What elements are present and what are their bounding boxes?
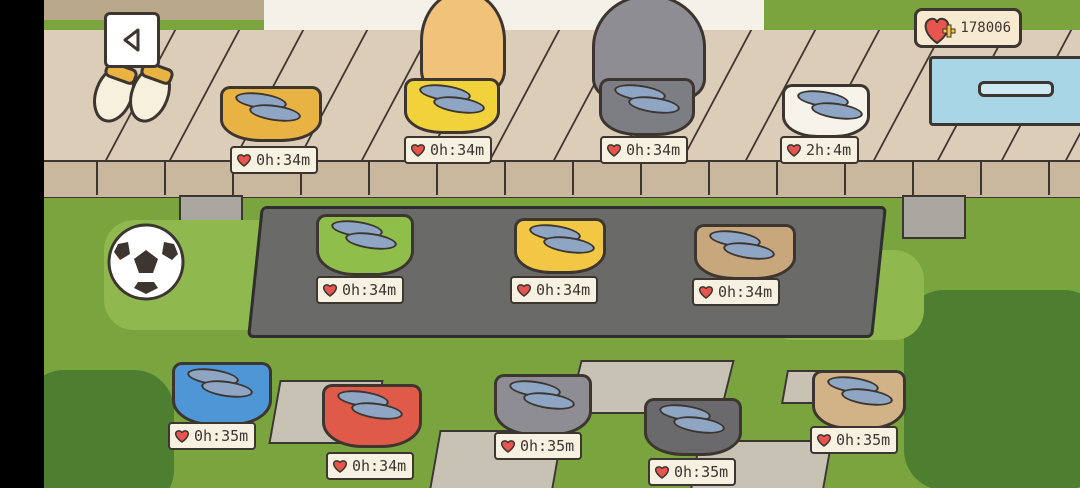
food-timer-text: 0h:34m	[342, 281, 397, 299]
currency-value: 178006	[960, 20, 1011, 36]
soccer-ball[interactable]	[106, 222, 186, 302]
food-timer-label: 0h:35m	[648, 458, 737, 486]
heart-icon	[816, 434, 832, 447]
food-timer-label: 0h:34m	[404, 136, 493, 164]
fish-food	[542, 233, 596, 257]
deck-edge-seam	[164, 160, 166, 195]
fish-food	[672, 413, 726, 437]
deck-edge-seam	[572, 160, 574, 195]
food-timer-text: 0h:35m	[674, 463, 729, 481]
food-timer-text: 0h:34m	[718, 283, 773, 301]
food-timer-text: 2h:4m	[806, 141, 852, 159]
food-timer-text: 0h:34m	[352, 457, 407, 475]
food-timer-label: 2h:4m	[780, 136, 860, 164]
fish-food	[350, 399, 404, 423]
food-timer-text: 0h:34m	[536, 281, 591, 299]
deck-post-right	[902, 195, 966, 239]
food-bowl[interactable]	[644, 398, 742, 456]
food-timer-label: 0h:34m	[692, 278, 781, 306]
heart-icon	[236, 154, 252, 167]
fish-food	[248, 101, 302, 125]
heart-currency-counter[interactable]: 178006	[914, 8, 1022, 48]
deck-edge-seam	[436, 160, 438, 195]
fish-food	[344, 229, 398, 253]
food-timer-label: 0h:35m	[168, 422, 257, 450]
deck-edge-seam	[776, 160, 778, 195]
food-bowl[interactable]	[812, 370, 906, 430]
fish-food	[200, 377, 254, 401]
food-timer-label: 0h:34m	[316, 276, 405, 304]
food-bowl[interactable]	[514, 218, 606, 274]
heart-icon	[174, 430, 190, 443]
food-timer-text: 0h:35m	[194, 427, 249, 445]
fish-food	[432, 93, 486, 117]
heart-icon	[516, 284, 532, 297]
deck-edge-seam	[1048, 160, 1050, 195]
heart-icon	[654, 466, 670, 479]
food-timer-label: 0h:35m	[494, 432, 583, 460]
back-arrow-icon	[123, 28, 140, 52]
food-bowl[interactable]	[316, 214, 414, 276]
bush-left	[44, 370, 174, 488]
heart-icon	[332, 460, 348, 473]
food-bowl[interactable]	[220, 86, 322, 142]
food-bowl[interactable]	[404, 78, 500, 134]
fish-food	[627, 93, 681, 117]
heart-icon	[500, 440, 516, 453]
deck-edge-seam	[980, 160, 982, 195]
heart-plus-icon	[924, 17, 956, 45]
food-timer-label: 0h:35m	[810, 426, 899, 454]
heart-icon	[606, 144, 622, 157]
deck-edge-seam	[912, 160, 914, 195]
food-bowl[interactable]	[694, 224, 796, 280]
food-timer-label: 0h:34m	[600, 136, 689, 164]
deck-edge-seam	[96, 160, 98, 195]
heart-icon	[786, 144, 802, 157]
food-timer-text: 0h:34m	[626, 141, 681, 159]
heart-icon	[698, 286, 714, 299]
food-bowl[interactable]	[172, 362, 272, 426]
food-timer-text: 0h:34m	[430, 141, 485, 159]
food-timer-label: 0h:34m	[230, 146, 319, 174]
heart-icon	[322, 284, 338, 297]
deck-edge-seam	[368, 160, 370, 195]
food-bowl[interactable]	[599, 78, 695, 136]
fish-food	[810, 99, 864, 123]
deck-edge-seam	[708, 160, 710, 195]
deck-edge	[44, 160, 1080, 197]
deck-edge-seam	[504, 160, 506, 195]
fish-food	[722, 239, 776, 263]
slippers	[93, 61, 174, 123]
fish-food	[522, 389, 576, 413]
cooler-box	[929, 56, 1080, 126]
game-scene: 0h:34m 0h:34m 0h:34m 2h:4m 0h:34m 0h:34m 0h:34…	[44, 0, 1080, 488]
food-timer-label: 0h:34m	[326, 452, 415, 480]
food-timer-text: 0h:35m	[836, 431, 891, 449]
fish-food	[840, 385, 894, 409]
food-timer-text: 0h:34m	[256, 151, 311, 169]
food-bowl[interactable]	[322, 384, 422, 448]
bush-right	[904, 290, 1080, 488]
food-timer-label: 0h:34m	[510, 276, 599, 304]
deck-edge-seam	[640, 160, 642, 195]
heart-icon	[410, 144, 426, 157]
deck-edge-seam	[844, 160, 846, 195]
back-button[interactable]	[104, 12, 160, 68]
food-bowl[interactable]	[494, 374, 592, 436]
food-bowl[interactable]	[782, 84, 870, 138]
food-timer-text: 0h:35m	[520, 437, 575, 455]
